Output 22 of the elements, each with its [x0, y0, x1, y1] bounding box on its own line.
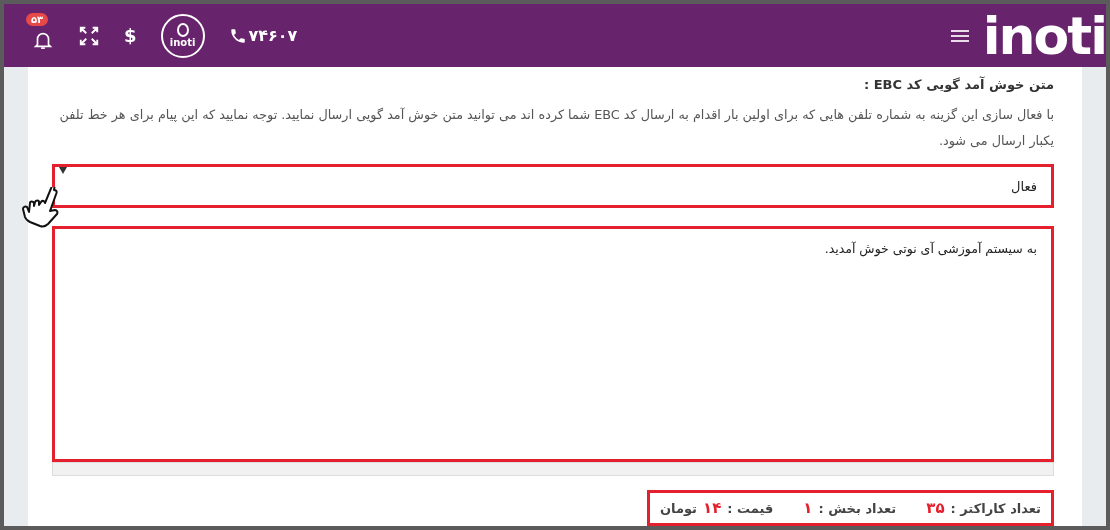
logo[interactable]: inoti — [982, 9, 1106, 62]
message-field[interactable]: به سیستم آموزشی آی نوتی خوش آمدید. — [52, 226, 1054, 462]
select-field[interactable]: فعال — [52, 164, 1054, 208]
currency-button[interactable]: $ — [124, 25, 137, 46]
stat-label: تعداد بخش : — [818, 501, 897, 516]
section-title: متن خوش آمد گویی کد EBC : — [862, 77, 1054, 92]
caret-icon — [59, 167, 67, 174]
emblem-logo[interactable]: inoti — [160, 13, 205, 58]
stat-value: ۱۴ — [703, 499, 722, 517]
section-description: با فعال سازی این گزینه به شماره تلفن هایی که برای اولین بار اقدام به ارسال کد EBC شما کرده اند می توانید متن خوش آمد گویی ارسال نمایید. توجه نمایید که این پیام برای هر خط تلفن یکبار ارسال می شود. — [58, 106, 1054, 151]
menu-icon[interactable] — [950, 28, 969, 43]
stat-value: ۳۵ — [926, 499, 945, 517]
stat-value: ۱ — [803, 499, 813, 517]
phone-text: ۷۴۶۰۷ — [248, 26, 298, 45]
stat-label: قیمت : — [727, 501, 774, 516]
phone-number[interactable]: ۷۴۶۰۷ — [228, 26, 298, 45]
fullscreen-icon[interactable] — [78, 24, 100, 47]
notification-badge: ۵۳ — [26, 12, 49, 26]
stat-label: تعداد کاراکتر : — [950, 501, 1041, 516]
stat-unit: تومان — [659, 501, 697, 516]
phone-icon — [228, 26, 247, 45]
horizontal-scrollbar[interactable] — [52, 462, 1054, 476]
